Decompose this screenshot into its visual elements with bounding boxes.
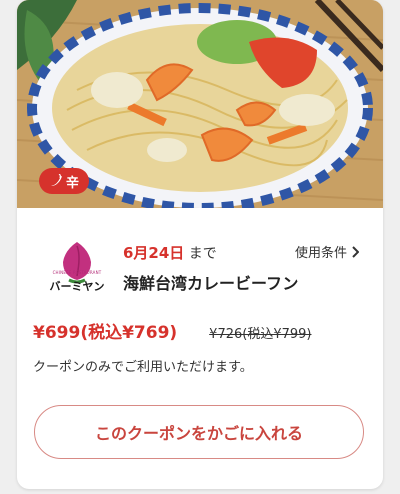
add-to-cart-button[interactable]: このクーポンをかごに入れる	[34, 405, 364, 459]
spicy-badge: 辛	[39, 168, 89, 194]
terms-label: 使用条件	[295, 246, 348, 261]
chevron-right-icon	[352, 245, 360, 258]
original-price: ¥726(税込¥799)	[209, 327, 312, 342]
coupon-price: ¥699(税込¥769)	[33, 323, 178, 343]
price-row: ¥699(税込¥769) ¥726(税込¥799)	[33, 318, 369, 343]
expiry-suffix: まで	[188, 246, 217, 262]
chili-pepper-icon	[50, 174, 62, 186]
terms-link[interactable]: 使用条件	[295, 242, 360, 261]
product-name: 海鮮台湾カレービーフン	[123, 274, 299, 293]
spicy-label: 辛	[65, 175, 79, 191]
usage-note: クーポンのみでご利用いただけます。	[33, 360, 253, 375]
expiry: 6月24日 まで	[123, 242, 217, 263]
expiry-date: 6月24日	[123, 244, 185, 262]
brand-name: バーミヤン	[49, 280, 105, 293]
food-photo: 辛	[17, 0, 383, 208]
coupon-card: 辛 CHINESE RESTAURANT バーミヤン 6月24日 まで 使用条件…	[17, 0, 383, 489]
brand-tagline: CHINESE RESTAURANT	[52, 270, 102, 275]
